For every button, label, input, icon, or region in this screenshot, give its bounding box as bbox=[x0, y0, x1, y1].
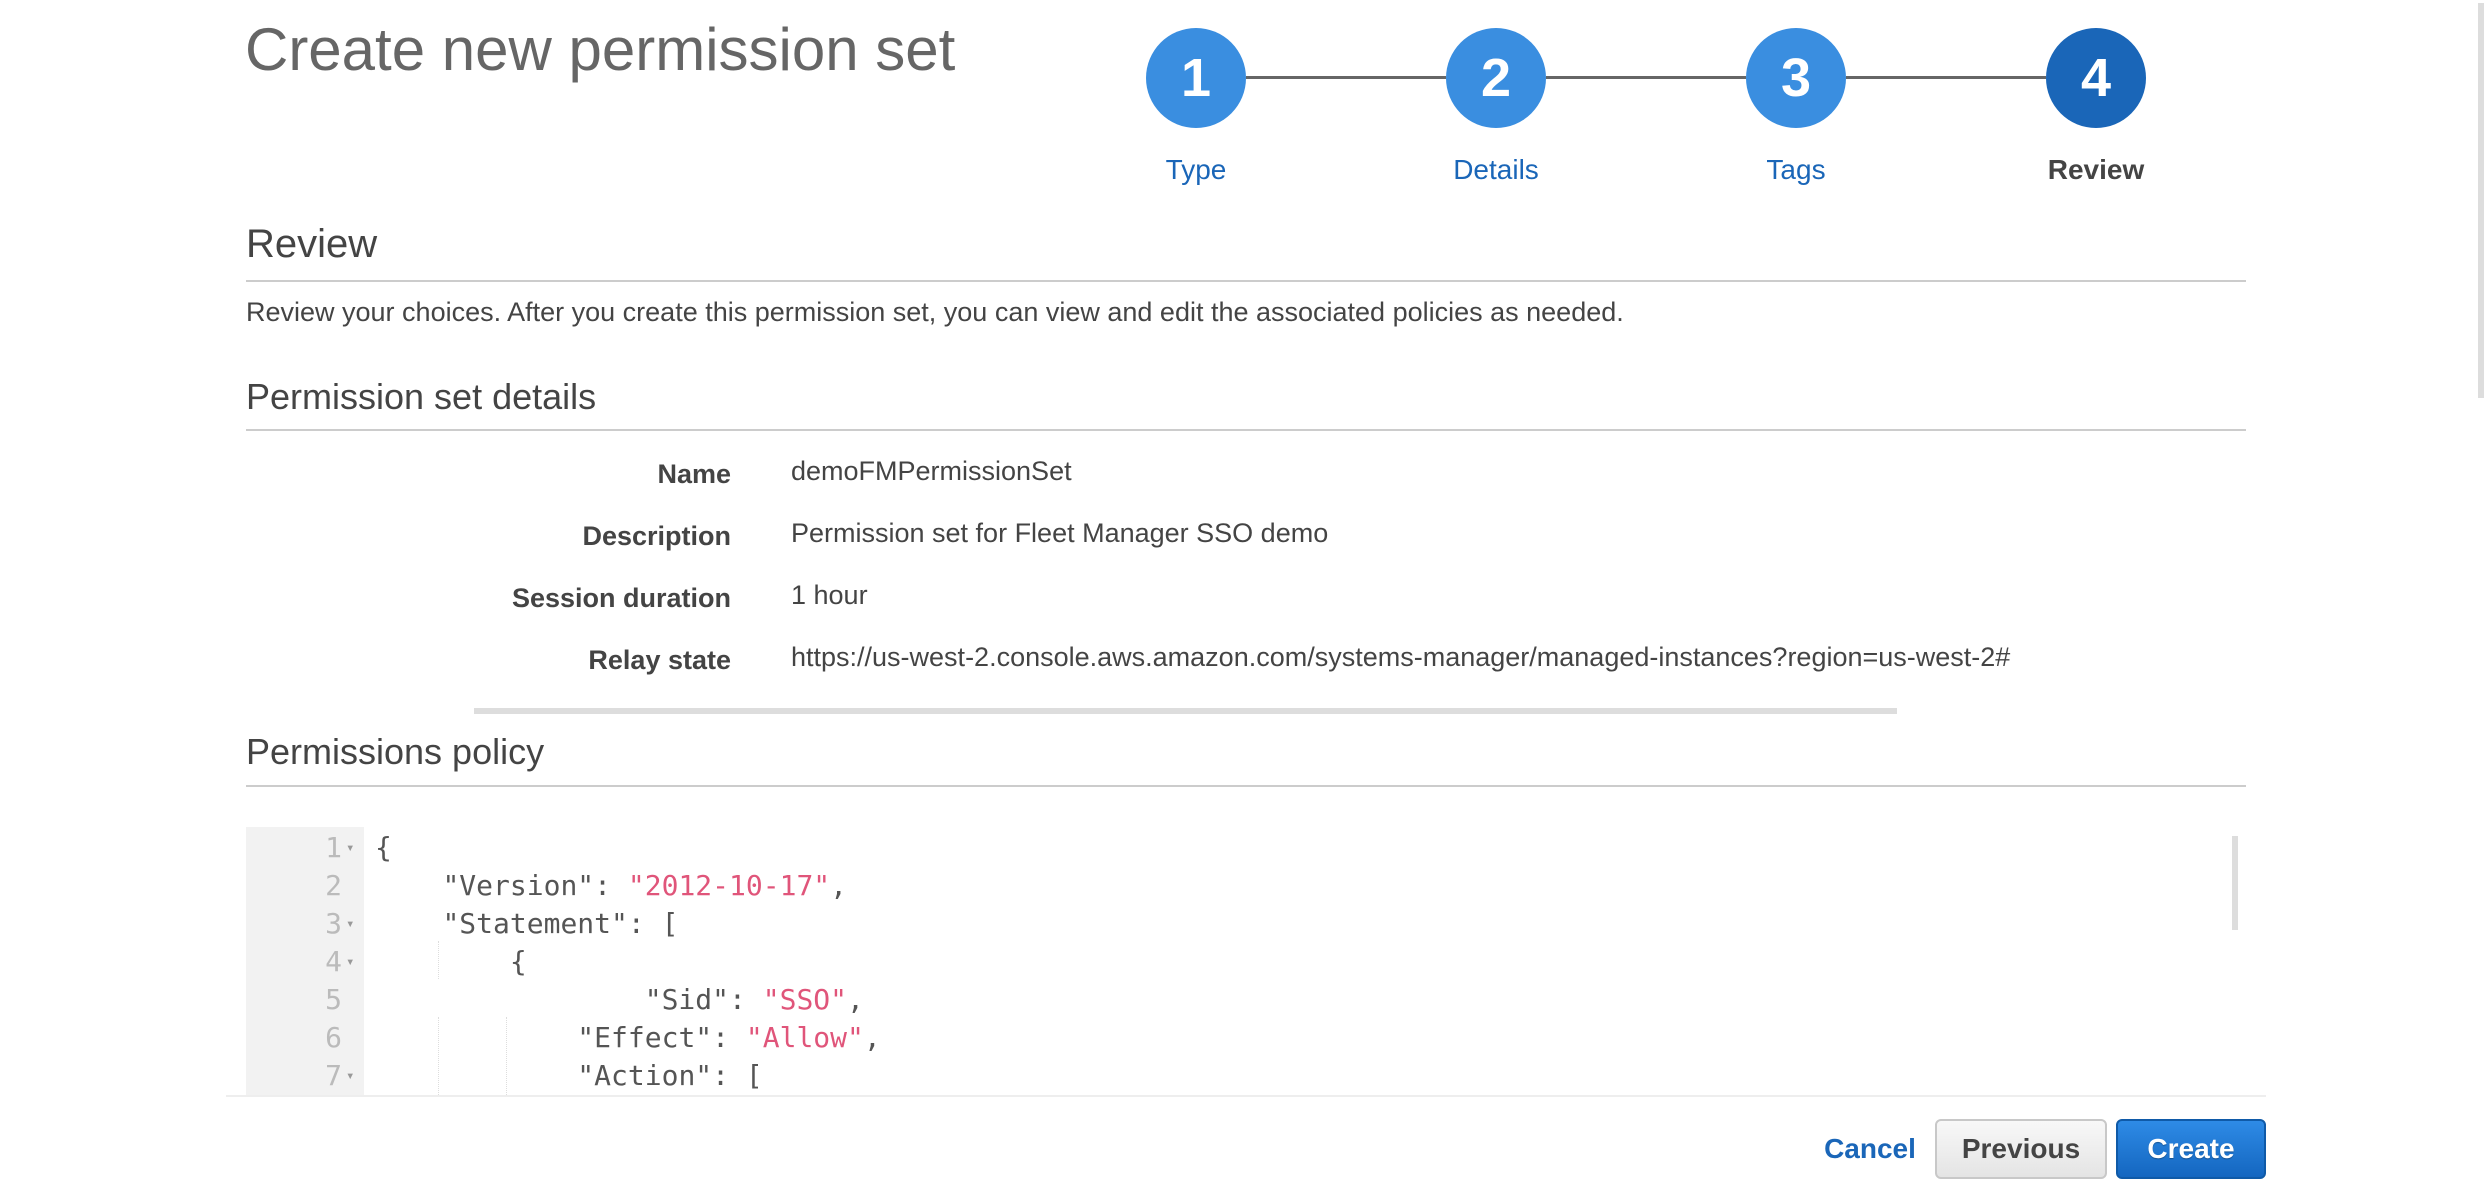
json-separator: : bbox=[712, 1059, 746, 1092]
fold-toggle-icon[interactable]: ▾ bbox=[346, 905, 354, 943]
divider bbox=[246, 429, 2246, 431]
step-link-tags[interactable]: Tags bbox=[1696, 150, 1896, 190]
json-separator: : bbox=[712, 1021, 746, 1054]
json-string-value: "2012-10-17" bbox=[627, 869, 831, 902]
relay-state-label: Relay state bbox=[588, 645, 731, 675]
json-punctuation: [ bbox=[745, 1059, 763, 1092]
review-heading: Review bbox=[246, 222, 378, 266]
step-connector bbox=[1846, 76, 2046, 79]
line-number: 7 bbox=[325, 1059, 342, 1092]
session-duration-label: Session duration bbox=[511, 583, 731, 613]
step-number: 3 bbox=[1780, 48, 1812, 108]
create-button[interactable]: Create bbox=[2116, 1119, 2266, 1179]
json-key: "Sid" bbox=[644, 983, 730, 1016]
code-line: 5 "Sid": "SSO", bbox=[246, 981, 2246, 1019]
step-number: 1 bbox=[1180, 48, 1212, 108]
policy-code-editor[interactable]: 1 ▾{2 "Version": "2012-10-17", 3 ▾ "Stateme… bbox=[246, 827, 2246, 1095]
page-scrollbar[interactable] bbox=[2478, 3, 2484, 398]
code-text: "Statement": [ bbox=[375, 905, 678, 943]
json-separator: : bbox=[729, 983, 763, 1016]
review-description: Review your choices. After you create th… bbox=[246, 297, 1624, 327]
step-connector bbox=[1546, 76, 1746, 79]
json-punctuation: , bbox=[830, 869, 848, 902]
name-value: demoFMPermissionSet bbox=[791, 456, 1072, 486]
previous-button[interactable]: Previous bbox=[1935, 1119, 2107, 1179]
line-number: 4 bbox=[325, 945, 342, 978]
json-separator: : bbox=[594, 869, 628, 902]
page-title: Create new permission set bbox=[245, 16, 956, 83]
code-text: "Version": "2012-10-17", bbox=[375, 867, 847, 905]
policy-heading: Permissions policy bbox=[246, 731, 545, 772]
step-link-details[interactable]: Details bbox=[1396, 150, 1596, 190]
step-4-circle: 4 bbox=[2046, 28, 2146, 128]
code-line: 1 ▾ { bbox=[246, 829, 2246, 867]
step-number: 2 bbox=[1480, 48, 1512, 108]
step-connector bbox=[1246, 76, 1446, 79]
code-text: "Effect": "Allow", bbox=[375, 1019, 881, 1057]
divider bbox=[246, 785, 2246, 787]
code-line: 7 ▾ "Action": [ bbox=[246, 1057, 2246, 1095]
code-line: 4 ▾ { bbox=[246, 943, 2246, 981]
session-duration-value: 1 hour bbox=[791, 580, 868, 610]
footer-divider bbox=[226, 1095, 2266, 1097]
divider bbox=[246, 280, 2246, 282]
step-link-type[interactable]: Type bbox=[1096, 150, 1296, 190]
code-text: { bbox=[375, 829, 392, 867]
json-punctuation: , bbox=[847, 983, 864, 1016]
json-key: "Version" bbox=[442, 869, 595, 902]
code-line: 2 "Version": "2012-10-17", bbox=[246, 867, 2246, 905]
json-punctuation: { bbox=[509, 945, 527, 978]
line-number: 5 bbox=[325, 983, 342, 1016]
json-key: "Effect" bbox=[577, 1021, 713, 1054]
cancel-button[interactable]: Cancel bbox=[1795, 1119, 1945, 1179]
line-number: 3 bbox=[325, 907, 342, 940]
fold-toggle-icon[interactable]: ▾ bbox=[346, 829, 354, 867]
json-key: "Action" bbox=[577, 1059, 713, 1092]
editor-vertical-scrollbar[interactable] bbox=[2232, 836, 2238, 930]
code-text: "Action": [ bbox=[375, 1057, 763, 1095]
step-2-circle[interactable]: 2 bbox=[1446, 28, 1546, 128]
json-punctuation: [ bbox=[661, 907, 679, 940]
relay-state-value: https://us-west-2.console.aws.amazon.com… bbox=[791, 642, 2011, 672]
json-key: "Statement" bbox=[442, 907, 628, 940]
step-3-circle[interactable]: 3 bbox=[1746, 28, 1846, 128]
fold-toggle-icon[interactable]: ▾ bbox=[346, 943, 354, 981]
json-separator: : bbox=[627, 907, 662, 940]
code-line: 3 ▾ "Statement": [ bbox=[246, 905, 2246, 943]
details-heading: Permission set details bbox=[246, 376, 597, 417]
line-number: 6 bbox=[325, 1021, 342, 1054]
code-line: 6 "Effect": "Allow", bbox=[246, 1019, 2246, 1057]
json-string-value: "Allow" bbox=[745, 1021, 864, 1054]
name-label: Name bbox=[657, 459, 731, 489]
details-horizontal-scrollbar[interactable] bbox=[474, 708, 1897, 714]
code-text: { bbox=[375, 943, 527, 981]
description-value: Permission set for Fleet Manager SSO dem… bbox=[791, 518, 1329, 548]
code-text: "Sid": "SSO", bbox=[375, 981, 864, 1019]
step-1-circle[interactable]: 1 bbox=[1146, 28, 1246, 128]
line-number: 1 bbox=[325, 831, 342, 864]
json-string-value: "SSO" bbox=[762, 983, 848, 1016]
json-punctuation: , bbox=[863, 1021, 881, 1054]
json-punctuation: { bbox=[375, 831, 392, 864]
step-label-review: Review bbox=[2047, 154, 2145, 185]
fold-toggle-icon[interactable]: ▾ bbox=[346, 1057, 354, 1095]
step-number: 4 bbox=[2080, 48, 2112, 108]
description-label: Description bbox=[582, 521, 731, 551]
line-number: 2 bbox=[325, 869, 342, 902]
